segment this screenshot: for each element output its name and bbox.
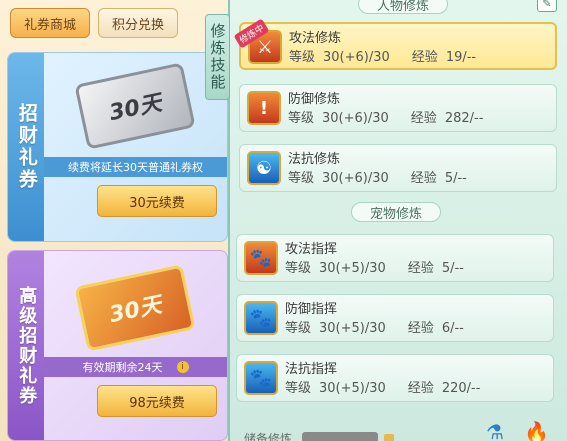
skill-name: 防御修炼 — [288, 92, 341, 107]
reserve-add-icon[interactable] — [384, 434, 394, 441]
skill-stats: 等级 30(+5)/30 经验 5/-- — [285, 257, 464, 276]
pet-defense-icon: 🐾 — [244, 301, 278, 335]
potion-icon[interactable]: ⚗ — [486, 420, 510, 441]
exp-value: 19/-- — [445, 50, 477, 65]
card-side-label: 高级招财礼券 — [8, 251, 44, 440]
tab-coupon-shop[interactable]: 礼券商城 — [10, 8, 90, 38]
exp-label: 经验 — [410, 171, 437, 186]
info-icon[interactable]: i — [176, 361, 189, 373]
level-label: 等级 — [288, 171, 315, 186]
skill-row-pet-resist[interactable]: 🐾 法抗指挥 等级 30(+5)/30 经验 220/-- — [236, 354, 554, 402]
reserve-progress-bar — [302, 432, 378, 441]
gold-ticket-icon: 30天 — [74, 264, 196, 352]
skill-row-pet-defense[interactable]: 🐾 防御指挥 等级 30(+5)/30 经验 6/-- — [236, 294, 554, 342]
premium-coupon-card: 高级招财礼券 30天 有效期剩余24天 i 98元续费 — [7, 250, 228, 441]
vtab-label: 修炼技能 — [208, 23, 227, 91]
edit-icon[interactable]: ✎ — [537, 0, 557, 12]
level-value: 30(+5)/30 — [319, 381, 386, 396]
skill-name: 法抗修炼 — [288, 152, 341, 167]
renew-98-button[interactable]: 98元续费 — [97, 385, 217, 417]
level-value: 30(+6)/30 — [322, 171, 389, 186]
renew-info-text: 续费将延长30天普通礼券权 — [44, 157, 227, 177]
skill-name: 攻法指挥 — [285, 242, 338, 257]
magic-resist-icon: ☯ — [247, 151, 281, 185]
level-value: 30(+6)/30 — [323, 50, 390, 65]
card-side-label: 招财礼券 — [8, 53, 44, 241]
tab-points-exchange[interactable]: 积分兑换 — [98, 8, 178, 38]
exp-value: 6/-- — [441, 321, 464, 336]
skill-name: 攻法修炼 — [289, 31, 342, 46]
skill-row-pet-attack[interactable]: 🐾 攻法指挥 等级 30(+5)/30 经验 5/-- — [236, 234, 554, 282]
pet-resist-icon: 🐾 — [244, 361, 278, 395]
exp-value: 220/-- — [441, 381, 481, 396]
skill-stats: 等级 30(+6)/30 经验 19/-- — [289, 46, 476, 65]
level-value: 30(+5)/30 — [319, 321, 386, 336]
expiry-info: 有效期剩余24天 i — [44, 357, 227, 377]
skill-stats: 等级 30(+5)/30 经验 6/-- — [285, 317, 464, 336]
skill-row-magic-resist[interactable]: ☯ 法抗修炼 等级 30(+6)/30 经验 5/-- — [239, 144, 557, 192]
expiry-text: 有效期剩余24天 — [82, 361, 163, 374]
skill-row-defense[interactable]: ! 防御修炼 等级 30(+6)/30 经验 282/-- — [239, 84, 557, 132]
level-label: 等级 — [289, 50, 316, 65]
skill-name: 法抗指挥 — [285, 362, 338, 377]
level-value: 30(+5)/30 — [319, 261, 386, 276]
renew-30-button[interactable]: 30元续费 — [97, 185, 217, 217]
exp-value: 282/-- — [444, 111, 484, 126]
section-title-human: 人物修炼 — [358, 0, 448, 14]
exp-label: 经验 — [411, 50, 438, 65]
tab-cultivation-skills[interactable]: 修炼技能 — [205, 14, 230, 100]
level-value: 30(+6)/30 — [322, 111, 389, 126]
skill-row-attack[interactable]: ⚔ 修炼中 攻法修炼 等级 30(+6)/30 经验 19/-- — [233, 18, 557, 70]
skill-stats: 等级 30(+6)/30 经验 5/-- — [288, 167, 467, 186]
exp-label: 经验 — [410, 111, 437, 126]
reserve-cultivation-label: 储备修炼 — [244, 432, 293, 441]
skill-stats: 等级 30(+5)/30 经验 220/-- — [285, 377, 480, 396]
normal-coupon-card: 招财礼券 30天 续费将延长30天普通礼券权 30元续费 — [7, 52, 228, 242]
shop-panel: 礼券商城 积分兑换 招财礼券 30天 续费将延长30天普通礼券权 30元续费 高… — [0, 0, 228, 441]
exp-label: 经验 — [407, 261, 434, 276]
level-label: 等级 — [285, 321, 312, 336]
level-label: 等级 — [288, 111, 315, 126]
flame-icon[interactable]: 🔥 — [524, 420, 549, 441]
level-label: 等级 — [285, 261, 312, 276]
exp-value: 5/-- — [444, 171, 467, 186]
skill-name: 防御指挥 — [285, 302, 338, 317]
skill-stats: 等级 30(+6)/30 经验 282/-- — [288, 107, 483, 126]
section-title-pet: 宠物修炼 — [351, 202, 441, 222]
defense-icon: ! — [247, 91, 281, 125]
silver-ticket-icon: 30天 — [74, 62, 196, 150]
exp-value: 5/-- — [441, 261, 464, 276]
level-label: 等级 — [285, 381, 312, 396]
exp-label: 经验 — [407, 381, 434, 396]
exp-label: 经验 — [407, 321, 434, 336]
pet-attack-icon: 🐾 — [244, 241, 278, 275]
